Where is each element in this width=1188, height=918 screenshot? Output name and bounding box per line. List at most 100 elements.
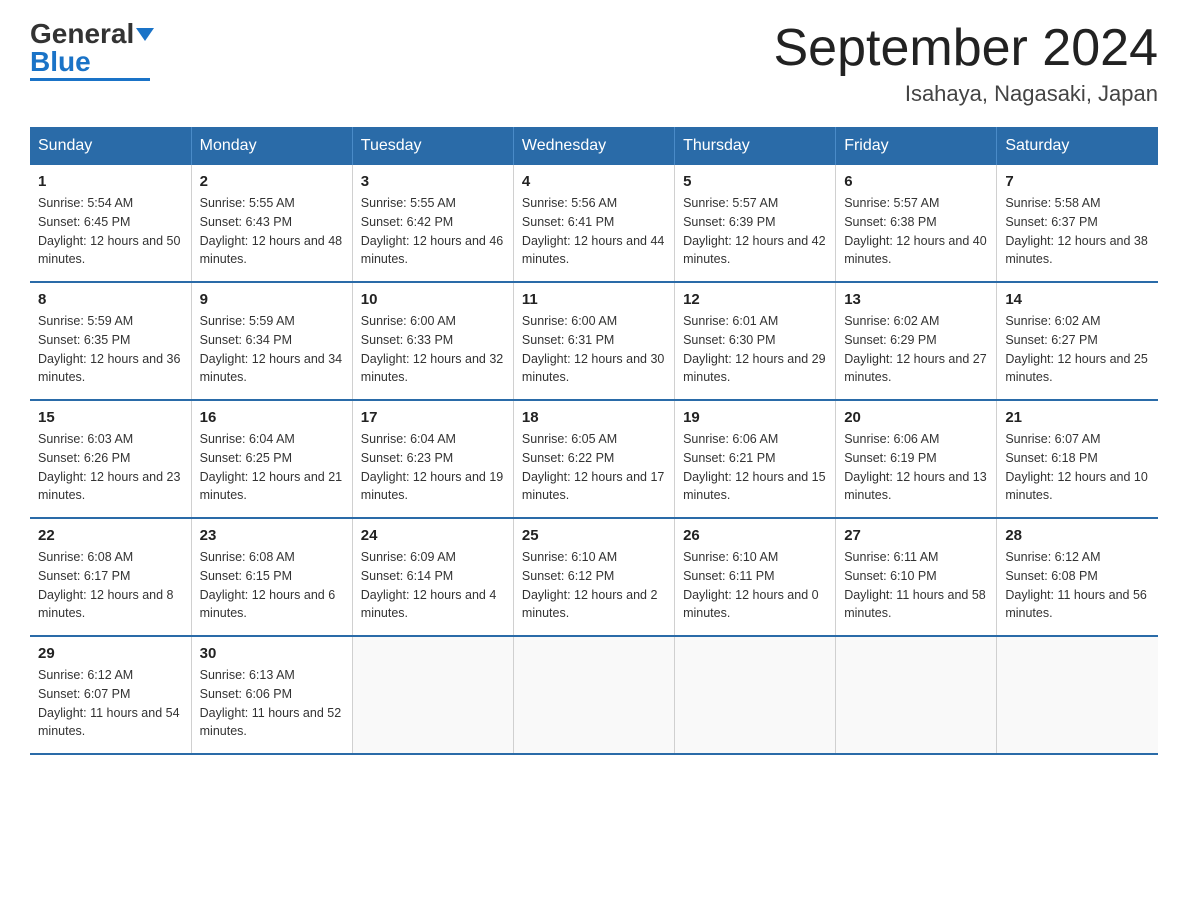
location: Isahaya, Nagasaki, Japan xyxy=(774,81,1159,107)
col-thursday: Thursday xyxy=(675,127,836,165)
col-monday: Monday xyxy=(191,127,352,165)
day-number: 2 xyxy=(200,173,344,190)
calendar-cell: 27 Sunrise: 6:11 AMSunset: 6:10 PMDayligh… xyxy=(836,518,997,636)
day-number: 9 xyxy=(200,291,344,308)
day-info: Sunrise: 6:08 AMSunset: 6:17 PMDaylight:… xyxy=(38,548,183,623)
col-sunday: Sunday xyxy=(30,127,191,165)
calendar-cell: 4 Sunrise: 5:56 AMSunset: 6:41 PMDaylight… xyxy=(513,165,674,282)
day-number: 28 xyxy=(1005,527,1150,544)
day-number: 17 xyxy=(361,409,505,426)
day-info: Sunrise: 6:10 AMSunset: 6:11 PMDaylight:… xyxy=(683,548,827,623)
calendar-cell: 30 Sunrise: 6:13 AMSunset: 6:06 PMDayligh… xyxy=(191,636,352,754)
day-number: 23 xyxy=(200,527,344,544)
day-number: 20 xyxy=(844,409,988,426)
day-info: Sunrise: 5:57 AMSunset: 6:39 PMDaylight:… xyxy=(683,194,827,269)
calendar-cell: 8Sunrise: 5:59 AMSunset: 6:35 PMDaylight… xyxy=(30,282,191,400)
day-number: 10 xyxy=(361,291,505,308)
day-info: Sunrise: 5:56 AMSunset: 6:41 PMDaylight:… xyxy=(522,194,666,269)
day-number: 15 xyxy=(38,409,183,426)
calendar-cell: 22 Sunrise: 6:08 AMSunset: 6:17 PMDayligh… xyxy=(30,518,191,636)
calendar-cell: 21 Sunrise: 6:07 AMSunset: 6:18 PMDayligh… xyxy=(997,400,1158,518)
day-info: Sunrise: 6:06 AMSunset: 6:21 PMDaylight:… xyxy=(683,430,827,505)
logo-underline xyxy=(30,78,150,81)
day-info: Sunrise: 6:08 AMSunset: 6:15 PMDaylight:… xyxy=(200,548,344,623)
day-number: 27 xyxy=(844,527,988,544)
day-info: Sunrise: 6:04 AMSunset: 6:25 PMDaylight:… xyxy=(200,430,344,505)
day-number: 22 xyxy=(38,527,183,544)
day-info: Sunrise: 5:55 AMSunset: 6:43 PMDaylight:… xyxy=(200,194,344,269)
day-number: 7 xyxy=(1005,173,1150,190)
calendar-cell: 6 Sunrise: 5:57 AMSunset: 6:38 PMDaylight… xyxy=(836,165,997,282)
day-info: Sunrise: 6:11 AMSunset: 6:10 PMDaylight:… xyxy=(844,548,988,623)
col-tuesday: Tuesday xyxy=(352,127,513,165)
day-info: Sunrise: 5:57 AMSunset: 6:38 PMDaylight:… xyxy=(844,194,988,269)
day-number: 1 xyxy=(38,173,183,190)
calendar-cell: 25Sunrise: 6:10 AMSunset: 6:12 PMDayligh… xyxy=(513,518,674,636)
calendar-table: Sunday Monday Tuesday Wednesday Thursday… xyxy=(30,127,1158,755)
month-title: September 2024 xyxy=(774,20,1159,77)
day-info: Sunrise: 5:54 AMSunset: 6:45 PMDaylight:… xyxy=(38,194,183,269)
day-number: 13 xyxy=(844,291,988,308)
day-number: 30 xyxy=(200,645,344,662)
logo-text: General Blue xyxy=(30,20,154,76)
day-info: Sunrise: 6:12 AMSunset: 6:08 PMDaylight:… xyxy=(1005,548,1150,623)
calendar-cell xyxy=(675,636,836,754)
day-info: Sunrise: 6:02 AMSunset: 6:27 PMDaylight:… xyxy=(1005,312,1150,387)
title-section: September 2024 Isahaya, Nagasaki, Japan xyxy=(774,20,1159,107)
day-number: 4 xyxy=(522,173,666,190)
calendar-cell: 10 Sunrise: 6:00 AMSunset: 6:33 PMDayligh… xyxy=(352,282,513,400)
day-info: Sunrise: 6:00 AMSunset: 6:31 PMDaylight:… xyxy=(522,312,666,387)
calendar-cell xyxy=(352,636,513,754)
calendar-cell: 28 Sunrise: 6:12 AMSunset: 6:08 PMDayligh… xyxy=(997,518,1158,636)
calendar-cell: 7 Sunrise: 5:58 AMSunset: 6:37 PMDaylight… xyxy=(997,165,1158,282)
calendar-cell: 5 Sunrise: 5:57 AMSunset: 6:39 PMDaylight… xyxy=(675,165,836,282)
calendar-cell: 29 Sunrise: 6:12 AMSunset: 6:07 PMDayligh… xyxy=(30,636,191,754)
logo-general: General xyxy=(30,18,134,49)
calendar-cell: 13Sunrise: 6:02 AMSunset: 6:29 PMDayligh… xyxy=(836,282,997,400)
day-info: Sunrise: 6:12 AMSunset: 6:07 PMDaylight:… xyxy=(38,666,183,741)
calendar-header-row: Sunday Monday Tuesday Wednesday Thursday… xyxy=(30,127,1158,165)
calendar-week-row: 8Sunrise: 5:59 AMSunset: 6:35 PMDaylight… xyxy=(30,282,1158,400)
day-number: 5 xyxy=(683,173,827,190)
day-number: 24 xyxy=(361,527,505,544)
day-info: Sunrise: 6:00 AMSunset: 6:33 PMDaylight:… xyxy=(361,312,505,387)
day-number: 19 xyxy=(683,409,827,426)
calendar-cell: 12Sunrise: 6:01 AMSunset: 6:30 PMDayligh… xyxy=(675,282,836,400)
col-saturday: Saturday xyxy=(997,127,1158,165)
calendar-cell: 23 Sunrise: 6:08 AMSunset: 6:15 PMDayligh… xyxy=(191,518,352,636)
calendar-cell: 20 Sunrise: 6:06 AMSunset: 6:19 PMDayligh… xyxy=(836,400,997,518)
logo-triangle-icon xyxy=(136,28,154,41)
calendar-cell: 18 Sunrise: 6:05 AMSunset: 6:22 PMDayligh… xyxy=(513,400,674,518)
day-number: 18 xyxy=(522,409,666,426)
calendar-cell: 24 Sunrise: 6:09 AMSunset: 6:14 PMDayligh… xyxy=(352,518,513,636)
calendar-cell: 15Sunrise: 6:03 AMSunset: 6:26 PMDayligh… xyxy=(30,400,191,518)
day-number: 26 xyxy=(683,527,827,544)
day-info: Sunrise: 6:06 AMSunset: 6:19 PMDaylight:… xyxy=(844,430,988,505)
day-info: Sunrise: 6:09 AMSunset: 6:14 PMDaylight:… xyxy=(361,548,505,623)
day-number: 6 xyxy=(844,173,988,190)
logo-blue: Blue xyxy=(30,46,91,77)
logo: General Blue xyxy=(30,20,154,81)
day-number: 11 xyxy=(522,291,666,308)
calendar-week-row: 22 Sunrise: 6:08 AMSunset: 6:17 PMDayligh… xyxy=(30,518,1158,636)
calendar-cell: 14Sunrise: 6:02 AMSunset: 6:27 PMDayligh… xyxy=(997,282,1158,400)
calendar-cell: 1 Sunrise: 5:54 AMSunset: 6:45 PMDaylight… xyxy=(30,165,191,282)
day-info: Sunrise: 6:05 AMSunset: 6:22 PMDaylight:… xyxy=(522,430,666,505)
day-number: 29 xyxy=(38,645,183,662)
calendar-week-row: 1 Sunrise: 5:54 AMSunset: 6:45 PMDaylight… xyxy=(30,165,1158,282)
day-number: 3 xyxy=(361,173,505,190)
calendar-cell: 3 Sunrise: 5:55 AMSunset: 6:42 PMDaylight… xyxy=(352,165,513,282)
calendar-cell: 2 Sunrise: 5:55 AMSunset: 6:43 PMDaylight… xyxy=(191,165,352,282)
day-info: Sunrise: 6:07 AMSunset: 6:18 PMDaylight:… xyxy=(1005,430,1150,505)
page-header: General Blue September 2024 Isahaya, Nag… xyxy=(30,20,1158,107)
day-info: Sunrise: 6:13 AMSunset: 6:06 PMDaylight:… xyxy=(200,666,344,741)
day-number: 21 xyxy=(1005,409,1150,426)
calendar-week-row: 15Sunrise: 6:03 AMSunset: 6:26 PMDayligh… xyxy=(30,400,1158,518)
day-info: Sunrise: 6:10 AMSunset: 6:12 PMDaylight:… xyxy=(522,548,666,623)
day-info: Sunrise: 5:55 AMSunset: 6:42 PMDaylight:… xyxy=(361,194,505,269)
day-number: 12 xyxy=(683,291,827,308)
day-number: 16 xyxy=(200,409,344,426)
day-info: Sunrise: 5:58 AMSunset: 6:37 PMDaylight:… xyxy=(1005,194,1150,269)
col-friday: Friday xyxy=(836,127,997,165)
calendar-cell: 11 Sunrise: 6:00 AMSunset: 6:31 PMDayligh… xyxy=(513,282,674,400)
